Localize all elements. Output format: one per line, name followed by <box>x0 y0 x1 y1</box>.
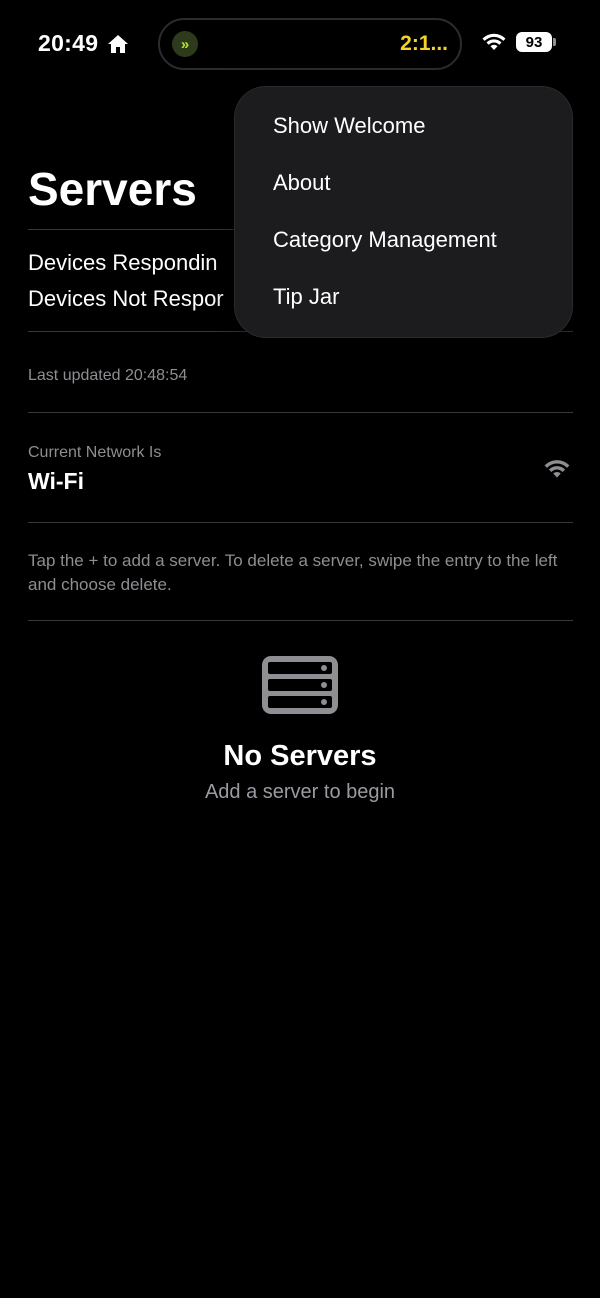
battery-tip <box>553 38 556 46</box>
home-icon <box>108 34 129 53</box>
divider <box>28 412 573 413</box>
empty-state-title: No Servers <box>223 740 377 772</box>
island-timer: 2:1... <box>400 32 448 55</box>
menu-item-category-management[interactable]: Category Management <box>273 227 497 253</box>
page-title: Servers <box>28 163 197 215</box>
network-label: Current Network Is <box>28 444 162 461</box>
empty-state-subtitle: Add a server to begin <box>204 781 396 803</box>
help-text: Tap the + to add a server. To delete a s… <box>28 551 558 594</box>
last-updated: Last updated 20:48:54 <box>28 367 188 384</box>
status-time: 20:49 <box>38 30 99 56</box>
network-wifi-icon <box>544 460 570 478</box>
time-group: 20:49 <box>38 30 130 57</box>
divider <box>28 522 573 523</box>
network-value: Wi-Fi <box>28 468 84 494</box>
fast-forward-icon: » <box>172 31 198 57</box>
overflow-menu: Show Welcome About Category Management T… <box>234 86 573 338</box>
wifi-icon <box>482 33 506 50</box>
server-rack-icon <box>262 656 338 714</box>
menu-item-show-welcome[interactable]: Show Welcome <box>273 113 425 139</box>
devices-responding-label: Devices Respondin <box>28 250 218 275</box>
screen: 20:49 » 2:1... 93 Servers Devices Respon… <box>0 0 600 1298</box>
battery-icon: 93 <box>516 32 552 52</box>
status-bar: 20:49 » 2:1... 93 <box>0 0 600 90</box>
divider <box>28 620 573 621</box>
menu-item-about[interactable]: About <box>273 170 331 196</box>
dynamic-island[interactable]: » 2:1... <box>158 18 462 70</box>
devices-not-responding-label: Devices Not Respor <box>28 286 224 311</box>
menu-item-tip-jar[interactable]: Tip Jar <box>273 284 339 310</box>
status-right: 93 <box>481 32 556 52</box>
battery-group: 93 <box>516 32 556 52</box>
